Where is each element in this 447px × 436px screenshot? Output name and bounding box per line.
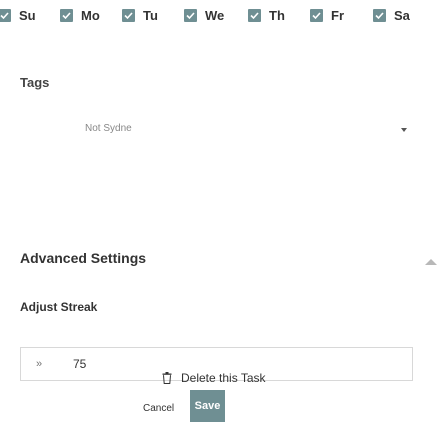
day-checkbox-su[interactable]: Su	[0, 4, 36, 26]
adjust-streak-label: Adjust Streak	[20, 300, 98, 314]
streak-value: 75	[73, 357, 87, 371]
day-label: We	[205, 7, 225, 23]
double-chevron-right-icon: »	[36, 358, 42, 370]
day-label: Mo	[81, 7, 100, 23]
trash-icon	[162, 372, 172, 384]
repeat-days-row: Su Mo Tu We Th Fr Sa	[0, 4, 447, 26]
tags-label: Tags	[20, 75, 50, 90]
day-label: Tu	[143, 7, 158, 23]
advanced-settings-title: Advanced Settings	[20, 250, 147, 266]
delete-task-button[interactable]: Delete this Task	[162, 371, 266, 385]
tags-select[interactable]: Not Sydne	[20, 120, 415, 142]
checkbox-icon[interactable]	[60, 8, 73, 22]
checkbox-icon[interactable]	[122, 8, 135, 22]
checkbox-icon[interactable]	[373, 8, 386, 22]
day-checkbox-we[interactable]: We	[184, 4, 224, 26]
caret-down-icon	[401, 128, 407, 132]
day-label: Sa	[394, 7, 410, 23]
advanced-settings-toggle[interactable]: Advanced Settings	[20, 250, 445, 274]
checkbox-icon[interactable]	[0, 8, 11, 22]
delete-task-label: Delete this Task	[181, 371, 266, 385]
checkbox-icon[interactable]	[248, 8, 261, 22]
day-checkbox-fr[interactable]: Fr	[310, 4, 344, 26]
checkbox-icon[interactable]	[184, 8, 197, 22]
day-checkbox-th[interactable]: Th	[248, 4, 285, 26]
save-button[interactable]: Save	[190, 390, 225, 422]
day-label: Th	[269, 7, 285, 23]
checkbox-icon[interactable]	[310, 8, 323, 22]
chevron-up-icon[interactable]	[424, 253, 438, 271]
day-checkbox-sa[interactable]: Sa	[373, 4, 410, 26]
day-checkbox-mo[interactable]: Mo	[60, 4, 100, 26]
cancel-button[interactable]: Cancel	[143, 403, 174, 414]
tags-placeholder: Not Sydne	[85, 123, 132, 134]
day-label: Fr	[331, 7, 344, 23]
day-label: Su	[19, 7, 36, 23]
day-checkbox-tu[interactable]: Tu	[122, 4, 158, 26]
